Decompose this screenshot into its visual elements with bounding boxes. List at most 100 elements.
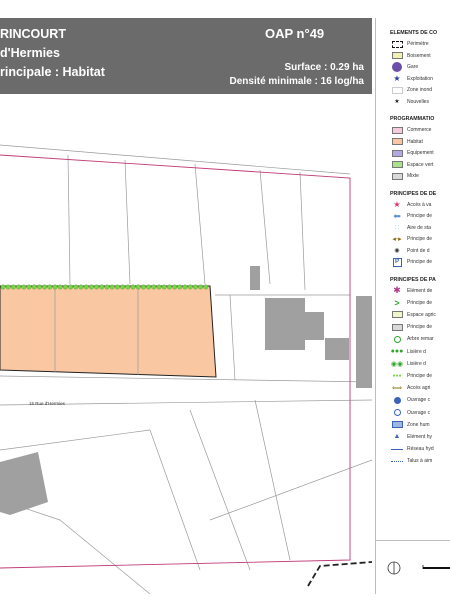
legend-item: > Principe de: [390, 298, 432, 308]
legend-item-label: Boisement: [407, 52, 431, 59]
legend-item: Commerce: [390, 125, 431, 135]
legend-item-label: Elément hy: [407, 433, 433, 440]
legend-item-label: Mixte: [407, 173, 419, 179]
legend-item-label: Commerce: [407, 127, 432, 133]
oap-number: OAP n°49: [265, 26, 325, 41]
title-line-3: rincipale : Habitat: [0, 65, 105, 79]
legend-item-label: Réseau hyd: [407, 446, 434, 453]
triangle-icon: ▲: [393, 433, 401, 441]
hedge-dot: [198, 284, 204, 290]
blue-circle-icon: [390, 395, 404, 405]
light-green-swatch-icon: [390, 310, 404, 320]
hedge-dot: [57, 284, 63, 290]
legend-panel: ELEMENTS DE CO Périmètre Boisement Gare ★ Exp…: [375, 18, 450, 594]
hedge-dot: [5, 284, 11, 290]
legend-item: Zone hum: [390, 420, 430, 430]
legend-item: Arbre remar: [390, 334, 434, 344]
legend-item: Mixte: [390, 171, 419, 181]
hedge-dot: [192, 284, 198, 290]
surface-value: Surface : 0.29 ha: [284, 62, 364, 73]
hedge-dot: [161, 284, 167, 290]
legend-item: ⟺ Accès agri: [390, 383, 430, 393]
legend-item: ●●● Principe de: [390, 371, 432, 381]
legend-item: Boisement: [390, 51, 431, 61]
hedge-dot: [10, 284, 16, 290]
legend-item-label: Habitat: [407, 138, 423, 145]
blue-arrow-icon: ⬅: [393, 210, 401, 221]
legend-item-label: Espace vert: [407, 161, 434, 168]
density-value: Densité minimale : 16 log/ha: [229, 76, 364, 87]
woodland-icon: [390, 51, 404, 61]
hedge-dot: [130, 284, 136, 290]
legend-item: Ouvrage c: [390, 408, 430, 418]
small-star-icon: ★: [394, 99, 400, 105]
hedge-dot: [187, 284, 193, 290]
legend-item: Ouvrage c: [390, 395, 430, 405]
hedge-dot: [63, 284, 68, 290]
footer-icons: [387, 561, 450, 575]
legend-item: ★ Nouvelles: [390, 97, 429, 107]
legend-item: ◉◉ Lisière d: [390, 359, 426, 369]
legend-item-label: Point de d: [407, 247, 430, 254]
legend-item: Espace agric: [390, 310, 436, 320]
legend-item: P Principe de: [390, 257, 432, 267]
legend-item: Gare: [390, 62, 418, 72]
legend-item-label: Elément de: [407, 287, 433, 294]
legend-section-title: ELEMENTS DE CO: [390, 30, 438, 36]
title-line-1: RINCOURT: [0, 27, 66, 41]
double-circle-icon: ◉◉: [390, 360, 404, 368]
legend-item: ★ Exploitation: [390, 74, 433, 84]
legend-item-label: Exploitation: [407, 75, 433, 82]
hedge-dot: [182, 284, 188, 290]
legend-item-label: Principe de: [407, 259, 433, 265]
hedge-dot: [21, 284, 27, 290]
legend-item-label: Périmètre: [407, 41, 429, 47]
legend-item: Espace vert: [390, 160, 433, 170]
legend-item-label: Gare: [407, 64, 419, 70]
hedge-dot: [146, 284, 152, 290]
hedge-dot: [89, 284, 94, 290]
hedge-dot: [16, 284, 21, 290]
hedge-dot: [83, 284, 89, 290]
legend-item-label: Nouvelles: [407, 98, 429, 105]
legend-item-label: Principe de: [407, 299, 433, 306]
hedge-dot: [104, 284, 110, 290]
legend-item-label: Talus à aim: [407, 458, 433, 465]
parking-icon: P: [390, 257, 404, 267]
pink-swatch-icon: [390, 125, 404, 135]
hedge-dot: [78, 284, 84, 290]
olive-arrow-icon: ⟺: [391, 385, 403, 393]
chevron-icon: >: [394, 297, 400, 308]
dashed-boundary: [307, 561, 372, 587]
legend-section-title: PRINCIPES DE PA: [390, 276, 436, 283]
perimeter-dashed-icon: [390, 39, 404, 49]
oap-map: 15 Rue d'Hermies: [0, 144, 372, 594]
flower-icon: ✱: [393, 285, 401, 295]
legend-item: ★ Accès à va: [390, 200, 431, 210]
hedge-dot: [42, 284, 47, 290]
legend-item-label: Ouvrage c: [407, 409, 431, 416]
legend-item-label: Espace agric: [407, 311, 436, 318]
dotted-line-icon: : :: [394, 224, 400, 231]
legend-item: ✱ Elément de: [390, 285, 433, 296]
legend-item: ⬅ Principe de: [390, 211, 432, 221]
hedge-dot: [172, 284, 178, 290]
legend-item: Equipement: [390, 148, 434, 158]
legend-item-label: Lisière d: [407, 360, 426, 367]
hedge-dot: [0, 284, 6, 290]
legend-item: Habitat: [390, 137, 423, 147]
legend-item: ▲ Elément hy: [390, 432, 432, 442]
purple-swatch-icon: [390, 148, 404, 158]
legend-item: : : Aire de sta: [390, 223, 430, 233]
hedge-dot: [73, 284, 79, 290]
hedge-dot: [26, 284, 32, 290]
hedge-dot: [125, 284, 131, 290]
blue-line-icon: [390, 444, 404, 454]
legend-item-label: Zone inond: [407, 87, 433, 93]
legend-item-label: Arbre remar: [407, 336, 434, 343]
train-station-icon: [390, 62, 404, 72]
green-swatch-icon: [390, 160, 404, 170]
hedge-dot: [99, 284, 105, 290]
header-banner: RINCOURT d'Hermies rincipale : Habitat O…: [0, 18, 372, 94]
tree-icon: [390, 334, 404, 344]
